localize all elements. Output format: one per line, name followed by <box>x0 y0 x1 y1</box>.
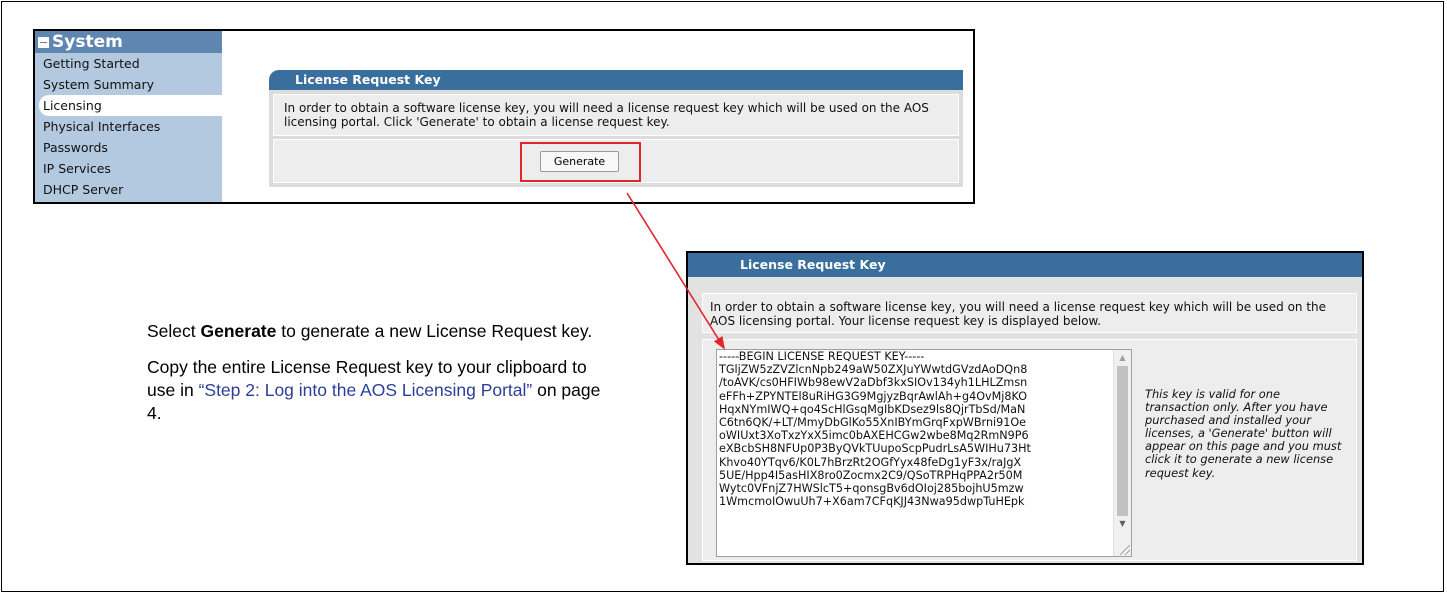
screenshot-generate-panel: System Getting Started System Summary Li… <box>33 29 975 204</box>
instruction-generate: Select Generate to generate a new Licens… <box>147 320 617 343</box>
scroll-thumb[interactable] <box>1117 366 1128 516</box>
panel-message: In order to obtain a software license ke… <box>702 293 1357 333</box>
sidebar-item-system-summary[interactable]: System Summary <box>35 74 222 95</box>
sidebar-item-physical-interfaces[interactable]: Physical Interfaces <box>35 116 222 137</box>
instruction-text: Select <box>147 321 201 341</box>
panel-body: In order to obtain a software license ke… <box>269 90 963 187</box>
screenshot-key-panel: License Request Key In order to obtain a… <box>686 251 1364 565</box>
resize-grip-icon[interactable] <box>1120 545 1130 555</box>
license-key-textarea[interactable]: -----BEGIN LICENSE REQUEST KEY----- TGlj… <box>716 349 1132 557</box>
key-section: -----BEGIN LICENSE REQUEST KEY----- TGlj… <box>702 339 1357 561</box>
sidebar-item-ip-services[interactable]: IP Services <box>35 158 222 179</box>
scroll-up-icon[interactable]: ▲ <box>1114 352 1131 364</box>
sidebar-header-label: System <box>52 32 123 52</box>
instruction-bold: Generate <box>200 321 277 341</box>
instruction-copy: Copy the entire License Request key to y… <box>147 356 617 425</box>
generate-button[interactable]: Generate <box>540 151 619 172</box>
panel-title: License Request Key <box>269 70 963 90</box>
scrollbar[interactable]: ▲ ▼ <box>1113 350 1131 556</box>
sidebar-item-passwords[interactable]: Passwords <box>35 137 222 158</box>
license-request-panel: License Request Key In order to obtain a… <box>269 70 963 187</box>
key-validity-note: This key is valid for one transaction on… <box>1145 387 1342 480</box>
scroll-down-icon[interactable]: ▼ <box>1114 518 1131 530</box>
sidebar-item-getting-started[interactable]: Getting Started <box>35 53 222 74</box>
sidebar: System Getting Started System Summary Li… <box>35 31 222 202</box>
instructions: Select Generate to generate a new Licens… <box>147 320 617 438</box>
sidebar-header[interactable]: System <box>35 31 222 53</box>
panel-message: In order to obtain a software license ke… <box>273 94 959 136</box>
license-key-text: -----BEGIN LICENSE REQUEST KEY----- TGlj… <box>719 350 1031 509</box>
collapse-icon[interactable] <box>38 36 49 48</box>
step2-link[interactable]: “Step 2: Log into the AOS Licensing Port… <box>199 380 533 400</box>
sidebar-item-dhcp-server[interactable]: DHCP Server <box>35 179 222 200</box>
instruction-text: to generate a new License Request key. <box>276 321 593 341</box>
panel-title: License Request Key <box>700 253 1362 277</box>
sidebar-item-licensing[interactable]: Licensing <box>39 95 222 116</box>
button-row: Generate <box>273 139 959 183</box>
